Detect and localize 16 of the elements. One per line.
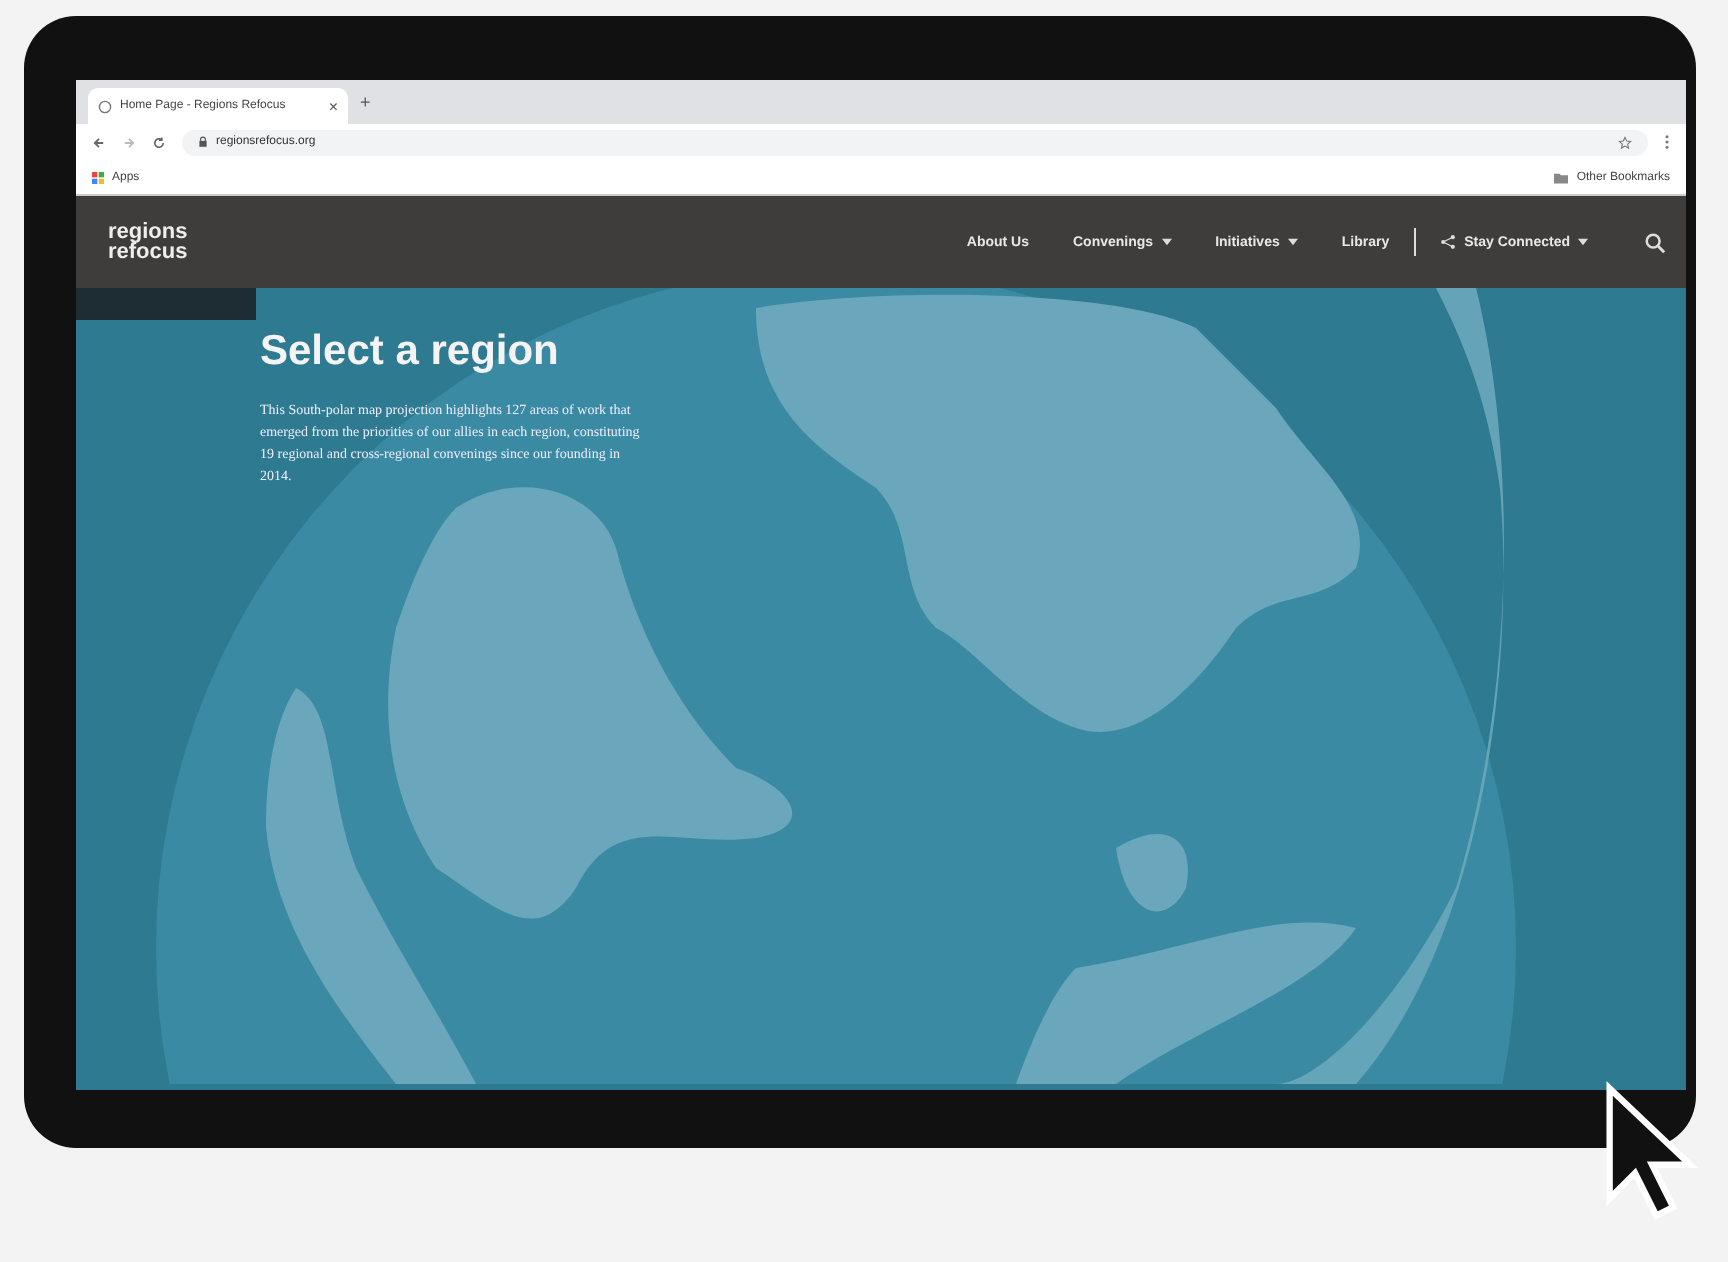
search-icon[interactable] xyxy=(1644,231,1666,253)
grid-icon xyxy=(92,171,104,183)
caret-icon xyxy=(1578,238,1588,246)
back-icon[interactable] xyxy=(92,135,106,149)
caret-icon xyxy=(1161,238,1172,246)
star-icon[interactable] xyxy=(1618,135,1632,149)
lock-icon xyxy=(198,136,208,148)
hero-title: Select a region xyxy=(260,328,561,376)
tab-close-button[interactable]: × xyxy=(328,97,338,115)
new-tab-button[interactable]: + xyxy=(360,92,371,112)
folder-icon xyxy=(1554,171,1569,183)
site-logo[interactable]: regions refocus xyxy=(108,222,188,262)
share-icon xyxy=(1440,234,1457,250)
reload-icon[interactable] xyxy=(152,135,166,149)
caret-icon xyxy=(1287,238,1298,246)
menu-icon[interactable] xyxy=(1664,134,1670,150)
